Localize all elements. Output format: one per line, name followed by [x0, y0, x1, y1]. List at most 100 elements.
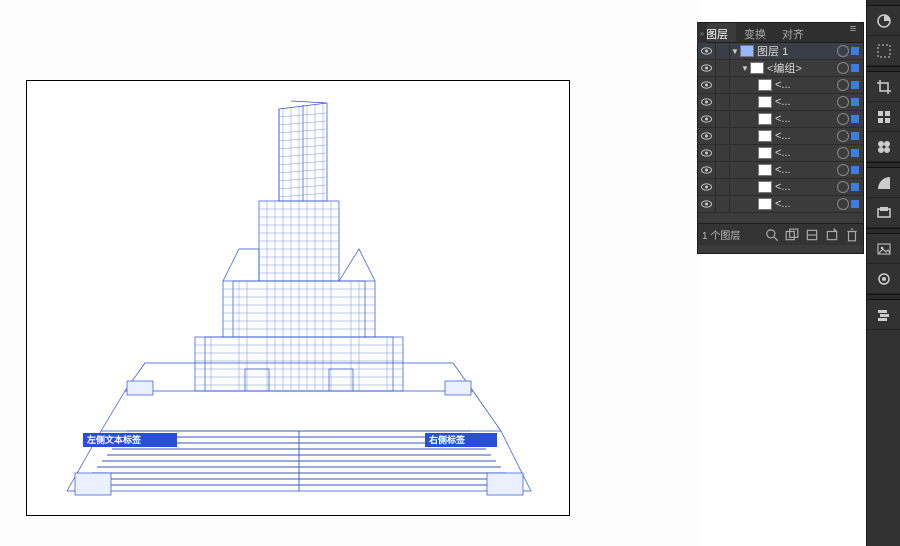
visibility-toggle[interactable] [698, 60, 716, 77]
rail-crop-icon[interactable] [867, 72, 900, 102]
tab-align[interactable]: 对齐 [774, 23, 812, 42]
layer-thumbnail [740, 45, 754, 57]
artboard-left-label: 左侧文本标签 [86, 434, 142, 445]
layer-thumbnail [758, 164, 772, 176]
selection-color-icon [851, 166, 859, 174]
selection-color-icon [851, 47, 859, 55]
layer-name[interactable]: <... [775, 79, 835, 91]
layer-name[interactable]: <... [775, 130, 835, 142]
artboard[interactable]: 左侧文本标签 右侧标签 [26, 80, 570, 516]
layers-panel: » 图层 变换 对齐 ≡ ▼ 图层 1 ▼ <编组> <... [697, 22, 864, 254]
layer-row-path[interactable]: <... [698, 77, 863, 94]
visibility-toggle[interactable] [698, 145, 716, 162]
layer-name[interactable]: <... [775, 164, 835, 176]
lock-toggle[interactable] [716, 179, 730, 196]
panel-footer: 1 个图层 [698, 223, 863, 245]
selection-color-icon [851, 149, 859, 157]
layer-name[interactable]: 图层 1 [757, 43, 835, 59]
layer-row-path[interactable]: <... [698, 94, 863, 111]
rail-layers-icon[interactable] [867, 300, 900, 330]
lock-toggle[interactable] [716, 111, 730, 128]
visibility-toggle[interactable] [698, 162, 716, 179]
locate-object-button[interactable] [765, 228, 779, 242]
right-icon-rail [866, 0, 900, 546]
make-clipping-mask-button[interactable] [785, 228, 799, 242]
layer-name[interactable]: <... [775, 147, 835, 159]
delete-layer-button[interactable] [845, 228, 859, 242]
layer-thumbnail [758, 96, 772, 108]
layer-row-path[interactable]: <... [698, 196, 863, 213]
layer-row-path[interactable]: <... [698, 162, 863, 179]
lock-toggle[interactable] [716, 77, 730, 94]
layer-thumbnail [758, 147, 772, 159]
tab-transform[interactable]: 变换 [736, 23, 774, 42]
panel-menu-button[interactable]: ≡ [843, 23, 863, 42]
rail-rect-icon[interactable] [867, 198, 900, 228]
artboard-right-label: 右侧标签 [428, 434, 466, 445]
disclosure-triangle[interactable]: ▼ [730, 47, 740, 56]
lock-toggle[interactable] [716, 196, 730, 213]
visibility-toggle[interactable] [698, 196, 716, 213]
layer-thumbnail [750, 62, 764, 74]
visibility-toggle[interactable] [698, 128, 716, 145]
lock-toggle[interactable] [716, 94, 730, 111]
lock-toggle[interactable] [716, 43, 730, 60]
layer-name[interactable]: <编组> [767, 60, 835, 76]
rail-swatches-icon[interactable] [867, 264, 900, 294]
target-icon[interactable] [837, 96, 849, 108]
layer-thumbnail [758, 181, 772, 193]
rail-grid-icon[interactable] [867, 102, 900, 132]
lock-toggle[interactable] [716, 145, 730, 162]
lock-toggle[interactable] [716, 162, 730, 179]
panel-tabs: 图层 变换 对齐 ≡ [698, 23, 863, 43]
layer-list[interactable]: ▼ 图层 1 ▼ <编组> <... <... <... <... <... <… [698, 43, 863, 223]
selection-color-icon [851, 132, 859, 140]
lock-toggle[interactable] [716, 60, 730, 77]
panel-collapse-arrows[interactable]: » [697, 23, 707, 43]
layer-thumbnail [758, 79, 772, 91]
target-icon[interactable] [837, 147, 849, 159]
target-icon[interactable] [837, 130, 849, 142]
lock-toggle[interactable] [716, 128, 730, 145]
target-icon[interactable] [837, 181, 849, 193]
layer-row-group[interactable]: ▼ <编组> [698, 60, 863, 77]
selection-color-icon [851, 81, 859, 89]
layer-row-path[interactable]: <... [698, 145, 863, 162]
rail-color-icon[interactable] [867, 6, 900, 36]
layer-thumbnail [758, 113, 772, 125]
visibility-toggle[interactable] [698, 77, 716, 94]
canvas-area[interactable]: 左侧文本标签 右侧标签 [0, 0, 697, 546]
target-icon[interactable] [837, 198, 849, 210]
layer-thumbnail [758, 198, 772, 210]
target-icon[interactable] [837, 79, 849, 91]
disclosure-triangle[interactable]: ▼ [740, 64, 750, 73]
artwork-wireframe: 左侧文本标签 右侧标签 [27, 81, 570, 516]
layer-thumbnail [758, 130, 772, 142]
selection-color-icon [851, 115, 859, 123]
visibility-toggle[interactable] [698, 179, 716, 196]
rail-image-icon[interactable] [867, 234, 900, 264]
target-icon[interactable] [837, 113, 849, 125]
layer-count-label: 1 个图层 [702, 227, 759, 242]
target-icon[interactable] [837, 164, 849, 176]
rail-selection-icon[interactable] [867, 36, 900, 66]
target-icon[interactable] [837, 45, 849, 57]
selection-color-icon [851, 200, 859, 208]
layer-row-path[interactable]: <... [698, 111, 863, 128]
selection-color-icon [851, 183, 859, 191]
layer-row-path[interactable]: <... [698, 128, 863, 145]
rail-gradient-icon[interactable] [867, 168, 900, 198]
visibility-toggle[interactable] [698, 43, 716, 60]
new-sublayer-button[interactable] [805, 228, 819, 242]
layer-row-top[interactable]: ▼ 图层 1 [698, 43, 863, 60]
visibility-toggle[interactable] [698, 94, 716, 111]
layer-name[interactable]: <... [775, 113, 835, 125]
layer-name[interactable]: <... [775, 181, 835, 193]
layer-row-path[interactable]: <... [698, 179, 863, 196]
layer-name[interactable]: <... [775, 198, 835, 210]
new-layer-button[interactable] [825, 228, 839, 242]
visibility-toggle[interactable] [698, 111, 716, 128]
target-icon[interactable] [837, 62, 849, 74]
layer-name[interactable]: <... [775, 96, 835, 108]
rail-symbols-icon[interactable] [867, 132, 900, 162]
